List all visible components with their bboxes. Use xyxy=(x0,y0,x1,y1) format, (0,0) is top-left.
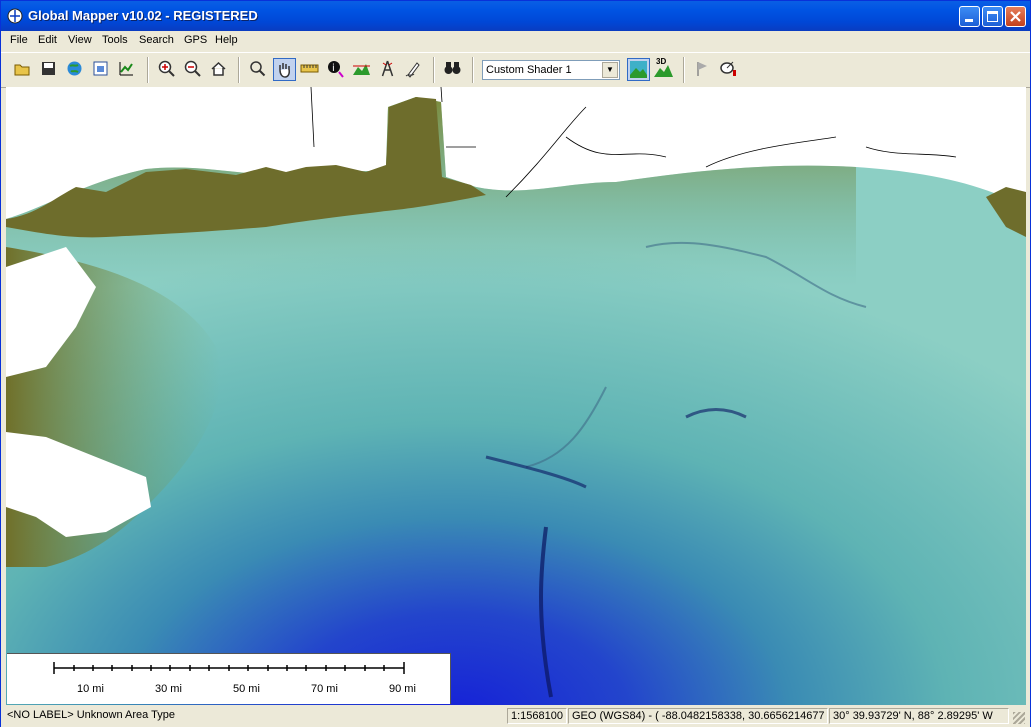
open-folder-icon xyxy=(14,64,30,76)
scale-label-30: 30 mi xyxy=(155,683,182,695)
toolbar-separator xyxy=(683,57,685,83)
gps-button[interactable] xyxy=(718,58,741,81)
view-3d-label: 3D xyxy=(656,57,667,66)
digitizer-icon xyxy=(405,62,420,78)
scale-bar: 10 mi 30 mi 50 mi 70 mi 90 mi xyxy=(7,653,451,704)
minimize-icon xyxy=(965,19,973,22)
scale-ruler xyxy=(53,662,405,674)
chart-icon xyxy=(119,62,133,76)
shaded-relief-icon xyxy=(630,61,647,78)
globe-icon xyxy=(67,61,82,76)
terrain-profile-button[interactable] xyxy=(351,58,374,81)
toolbar-separator xyxy=(238,57,240,83)
measure-button[interactable] xyxy=(299,58,322,81)
flag-icon xyxy=(697,62,707,76)
close-button[interactable] xyxy=(1005,6,1026,27)
open-button[interactable] xyxy=(12,58,35,81)
window-title: Global Mapper v10.02 - REGISTERED xyxy=(28,8,258,23)
terrain-profile-icon xyxy=(353,64,370,75)
chevron-down-icon[interactable]: ▼ xyxy=(602,62,618,78)
maximize-button[interactable] xyxy=(982,6,1003,27)
gps-icon xyxy=(720,61,736,76)
pan-tool-button[interactable] xyxy=(273,58,296,81)
zoom-tool-icon xyxy=(250,61,266,77)
menu-help[interactable]: Help xyxy=(215,34,238,46)
menu-bar: File Edit View Tools Search GPS Help xyxy=(1,31,1030,50)
shader-select[interactable]: Custom Shader 1 ▼ xyxy=(482,60,620,80)
toolbar-separator xyxy=(147,57,149,83)
home-icon xyxy=(211,61,226,76)
view-3d-button[interactable]: 3D xyxy=(653,57,676,81)
resize-grip-icon[interactable] xyxy=(1013,712,1025,724)
binoculars-icon xyxy=(444,62,461,74)
menu-tools[interactable]: Tools xyxy=(102,34,128,46)
bathymetry-map xyxy=(6,87,1026,705)
status-coordinates: 30° 39.93729' N, 88° 2.89295' W xyxy=(829,708,1009,724)
info-icon: i xyxy=(328,61,344,78)
status-bar: <NO LABEL> Unknown Area Type 1:1568100 G… xyxy=(1,706,1030,727)
app-globe-icon xyxy=(7,8,23,24)
shader-select-value: Custom Shader 1 xyxy=(486,64,572,76)
view-shed-button[interactable] xyxy=(377,58,400,81)
status-scale: 1:1568100 xyxy=(507,708,567,724)
close-icon xyxy=(1010,11,1021,22)
tower-icon xyxy=(381,60,394,77)
globe-button[interactable] xyxy=(64,58,87,81)
menu-file[interactable]: File xyxy=(10,34,28,46)
scale-label-90: 90 mi xyxy=(389,683,416,695)
maximize-icon xyxy=(987,11,998,22)
toolbar-separator xyxy=(472,57,474,83)
save-icon xyxy=(42,62,55,75)
zoom-out-button[interactable] xyxy=(182,58,205,81)
menu-gps[interactable]: GPS xyxy=(184,34,207,46)
scale-label-50: 50 mi xyxy=(233,683,260,695)
digitizer-button[interactable] xyxy=(403,58,426,81)
chart-button[interactable] xyxy=(116,58,139,81)
export-icon xyxy=(93,61,108,76)
save-button[interactable] xyxy=(38,58,61,81)
zoom-out-icon xyxy=(184,60,201,77)
toolbar-separator xyxy=(433,57,435,83)
scale-label-70: 70 mi xyxy=(311,683,338,695)
toolbar: i Custom Shader 1 ▼ 3D xyxy=(1,52,1030,88)
svg-text:i: i xyxy=(332,63,335,74)
ruler-icon xyxy=(300,64,319,73)
minimize-button[interactable] xyxy=(959,6,980,27)
menu-edit[interactable]: Edit xyxy=(38,34,57,46)
info-button[interactable]: i xyxy=(325,58,348,81)
map-canvas[interactable]: 10 mi 30 mi 50 mi 70 mi 90 mi xyxy=(6,87,1026,705)
app-window: Global Mapper v10.02 - REGISTERED File E… xyxy=(0,0,1031,727)
zoom-tool-button[interactable] xyxy=(247,58,270,81)
zoom-in-button[interactable] xyxy=(156,58,179,81)
flag-button[interactable] xyxy=(692,58,715,81)
home-button[interactable] xyxy=(208,58,231,81)
shaded-relief-button[interactable] xyxy=(627,58,650,81)
status-feature: <NO LABEL> Unknown Area Type xyxy=(7,709,175,721)
zoom-in-icon xyxy=(158,60,175,77)
search-button[interactable] xyxy=(442,58,465,81)
pan-hand-icon xyxy=(279,63,290,78)
title-bar[interactable]: Global Mapper v10.02 - REGISTERED xyxy=(1,1,1030,31)
scale-label-10: 10 mi xyxy=(77,683,104,695)
status-projection: GEO (WGS84) - ( -88.0482158338, 30.66562… xyxy=(568,708,828,724)
menu-search[interactable]: Search xyxy=(139,34,174,46)
export-button[interactable] xyxy=(90,58,113,81)
menu-view[interactable]: View xyxy=(68,34,92,46)
